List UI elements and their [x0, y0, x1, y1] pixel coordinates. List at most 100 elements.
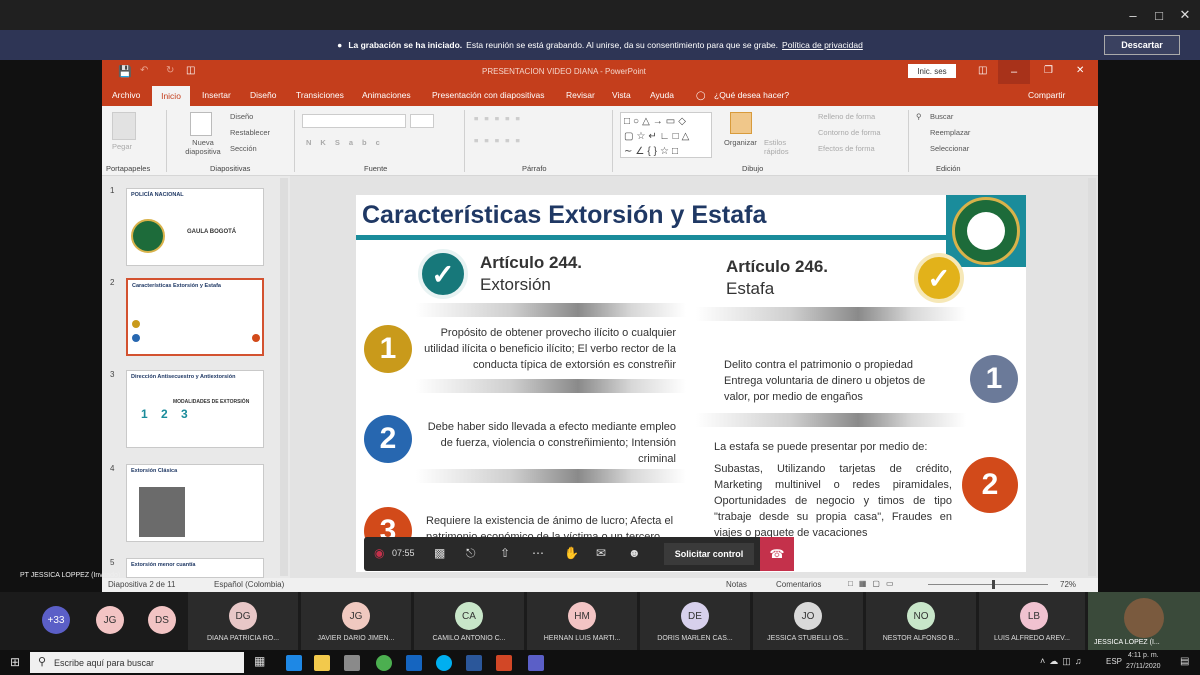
divider — [294, 110, 295, 172]
shape-effects-button[interactable]: Efectos de forma — [818, 144, 875, 153]
font-format-icons[interactable]: NKSabc — [306, 138, 389, 147]
share-screen-icon[interactable]: ⇧ — [500, 546, 510, 560]
thumbnail-slide-2[interactable]: Características Extorsión y Estafa — [126, 278, 264, 356]
system-tray-icons[interactable]: ˄☁◫♫ — [1040, 656, 1086, 667]
zoom-slider[interactable] — [928, 584, 1048, 585]
canvas-scrollbar[interactable] — [1088, 178, 1096, 576]
teams-icon[interactable] — [528, 655, 544, 671]
notifications-icon[interactable]: ▤ — [1180, 656, 1189, 667]
ribbon-display-icon[interactable]: ◫ — [978, 65, 987, 76]
zoom-slider-thumb[interactable] — [992, 580, 995, 589]
self-video[interactable]: JESSICA LOPEZ (I... — [1088, 592, 1200, 650]
file-explorer-icon[interactable] — [314, 655, 330, 671]
participant-tile[interactable]: NO NESTOR ALFONSO B... — [866, 592, 976, 650]
request-control-button[interactable]: Solicitar control — [664, 543, 754, 565]
powerpoint-icon[interactable] — [496, 655, 512, 671]
tab-archivo[interactable]: Archivo — [112, 90, 140, 100]
font-size-field[interactable] — [410, 114, 434, 128]
comments-button[interactable]: Comentarios — [776, 580, 821, 589]
dismiss-button[interactable]: Descartar — [1104, 35, 1180, 55]
zoom-level[interactable]: 72% — [1060, 580, 1076, 589]
font-name-field[interactable] — [302, 114, 406, 128]
new-slide-button[interactable]: Nueva diapositiva — [178, 138, 228, 156]
sign-in-button[interactable]: Inic. ses — [908, 64, 956, 78]
tab-transiciones[interactable]: Transiciones — [296, 90, 344, 100]
thumbnail-slide-5[interactable]: Extorsión menor cuantía — [126, 558, 264, 578]
outlook-icon[interactable] — [406, 655, 422, 671]
skype-icon[interactable] — [436, 655, 452, 671]
thumbnail-slide-3[interactable]: Dirección Antisecuestro y Antiextorsión … — [126, 370, 264, 448]
word-icon[interactable] — [466, 655, 482, 671]
windows-start-icon[interactable]: ⊞ — [10, 655, 20, 669]
quick-styles-button[interactable]: Estilos rápidos — [764, 138, 804, 156]
language-indicator[interactable]: ESP — [1106, 657, 1122, 666]
taskbar-search[interactable]: ⚲ Escribe aquí para buscar — [30, 652, 244, 673]
chat-icon[interactable]: ✉ — [596, 546, 606, 560]
mic-off-icon[interactable]: ⎋ — [466, 546, 476, 561]
participants-icon[interactable]: ☻ — [628, 546, 641, 560]
slide[interactable]: Características Extorsión y Estafa ✓ Art… — [356, 195, 1026, 572]
tell-me-input[interactable]: ¿Qué desea hacer? — [714, 90, 789, 100]
participant-tile[interactable]: JG JAVIER DARIO JIMEN... — [301, 592, 411, 650]
ppt-restore-icon[interactable]: ❐ — [1044, 65, 1053, 76]
thumbnail-scrollbar[interactable] — [280, 178, 288, 576]
raise-hand-icon[interactable]: ✋ — [564, 546, 579, 560]
more-options-icon[interactable]: ⋯ — [532, 546, 544, 560]
thumbnail-slide-1[interactable]: POLICÍA NACIONAL GAULA BOGOTÁ — [126, 188, 264, 266]
undo-icon[interactable]: ↶ — [140, 65, 148, 76]
tab-inicio[interactable]: Inicio — [152, 86, 190, 106]
app-icon[interactable] — [344, 655, 360, 671]
overflow-count[interactable]: +33 — [42, 606, 70, 634]
ppt-minimize-icon[interactable]: – — [998, 60, 1030, 84]
tab-insertar[interactable]: Insertar — [202, 90, 231, 100]
chrome-icon[interactable] — [376, 655, 392, 671]
select-button[interactable]: Seleccionar — [930, 144, 969, 153]
tab-animaciones[interactable]: Animaciones — [362, 90, 411, 100]
paste-button[interactable]: Pegar — [112, 142, 132, 151]
section-button[interactable]: Sección — [230, 144, 257, 153]
task-view-icon[interactable]: ▦ — [254, 654, 265, 668]
notes-button[interactable]: Notas — [726, 580, 747, 589]
view-buttons[interactable]: □▦▢▭ — [848, 579, 900, 588]
reset-button[interactable]: Restablecer — [230, 128, 270, 137]
privacy-link[interactable]: Política de privacidad — [782, 40, 863, 50]
tab-diseno[interactable]: Diseño — [250, 90, 276, 100]
camera-off-icon[interactable]: ▩ — [434, 546, 445, 560]
participant-tile[interactable]: HM HERNAN LUIS MARTI... — [527, 592, 637, 650]
participant-tile[interactable]: LB LUIS ALFREDO AREV... — [979, 592, 1085, 650]
paragraph-align-icons[interactable]: ≡≡≡≡≡ — [474, 136, 526, 145]
tab-vista[interactable]: Vista — [612, 90, 631, 100]
layout-button[interactable]: Diseño — [230, 112, 253, 121]
close-icon[interactable]: ✕ — [1168, 0, 1200, 30]
tab-presentacion[interactable]: Presentación con diapositivas — [432, 90, 544, 100]
participant-tile[interactable]: JO JESSICA STUBELLI OS... — [753, 592, 863, 650]
language-status[interactable]: Español (Colombia) — [214, 580, 284, 589]
avatar[interactable]: DS — [148, 606, 176, 634]
participant-tile[interactable]: DE DORIS MARLEN CAS... — [640, 592, 750, 650]
thumbnail-slide-4[interactable]: Extorsión Clásica — [126, 464, 264, 542]
tab-ayuda[interactable]: Ayuda — [650, 90, 674, 100]
ppt-close-icon[interactable]: ✕ — [1076, 65, 1084, 76]
paste-icon[interactable] — [112, 112, 136, 140]
new-slide-icon[interactable] — [190, 112, 212, 136]
find-button[interactable]: Buscar — [930, 112, 953, 121]
shape-outline-button[interactable]: Contorno de forma — [818, 128, 881, 137]
participant-tile[interactable]: CA CAMILO ANTONIO C... — [414, 592, 524, 650]
shapes-gallery[interactable]: □○△→▭◇ ▢☆↵∟□△ ∼∠{}☆□ — [620, 112, 712, 158]
arrange-icon[interactable] — [730, 112, 752, 134]
redo-icon[interactable]: ↻ — [166, 65, 174, 76]
share-button[interactable]: Compartir — [1028, 90, 1065, 100]
search-icon[interactable]: ⚲ — [916, 112, 922, 121]
participant-tile[interactable]: DG DIANA PATRICIA RO... — [188, 592, 298, 650]
participants-strip: +33 JG DS DG DIANA PATRICIA RO... JG JAVIE… — [0, 592, 1200, 650]
hang-up-icon[interactable]: ☎ — [760, 537, 794, 571]
edge-icon[interactable] — [286, 655, 302, 671]
arrange-button[interactable]: Organizar — [724, 138, 757, 147]
shape-fill-button[interactable]: Relleno de forma — [818, 112, 875, 121]
avatar[interactable]: JG — [96, 606, 124, 634]
present-icon[interactable]: ◫ — [186, 65, 195, 76]
tab-revisar[interactable]: Revisar — [566, 90, 595, 100]
replace-button[interactable]: Reemplazar — [930, 128, 970, 137]
save-icon[interactable]: 💾 — [118, 65, 132, 78]
paragraph-list-icons[interactable]: ≡≡≡≡≡ — [474, 114, 526, 123]
